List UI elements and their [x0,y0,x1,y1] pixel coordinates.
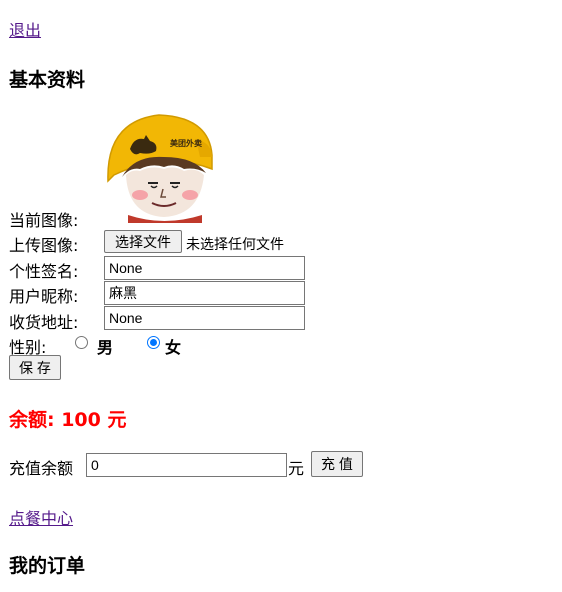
avatar: 美团外卖 [104,111,214,223]
address-input[interactable] [104,306,305,330]
recharge-label: 充值余额 [9,459,74,478]
recharge-button[interactable]: 充 值 [311,451,363,477]
helmet-text: 美团外卖 [170,138,202,148]
orders-heading: 我的订单 [9,555,86,577]
balance-heading: 余额: 100 元 [9,409,127,431]
order-center-link[interactable]: 点餐中心 [9,505,73,529]
nickname-input[interactable] [104,281,305,305]
signature-label: 个性签名: [9,262,79,281]
current-avatar-label: 当前图像: [9,211,79,230]
gender-male-radio[interactable] [75,336,88,349]
avatar-image: 美团外卖 [107,114,213,223]
upload-label: 上传图像: [9,236,79,255]
address-label: 收货地址: [9,313,79,332]
gender-male-label[interactable]: 男 [97,334,113,358]
gender-female-radio[interactable] [147,336,160,349]
choose-file-button[interactable]: 选择文件 [104,230,182,253]
save-button[interactable]: 保 存 [9,355,61,380]
no-file-text: 未选择任何文件 [186,237,284,253]
signature-input[interactable] [104,256,305,280]
profile-heading: 基本资料 [9,69,86,91]
gender-female-label[interactable]: 女 [165,334,181,358]
nickname-label: 用户昵称: [9,287,79,306]
logout-link[interactable]: 退出 [9,17,41,41]
recharge-input[interactable] [86,453,287,477]
recharge-unit: 元 [288,459,305,478]
